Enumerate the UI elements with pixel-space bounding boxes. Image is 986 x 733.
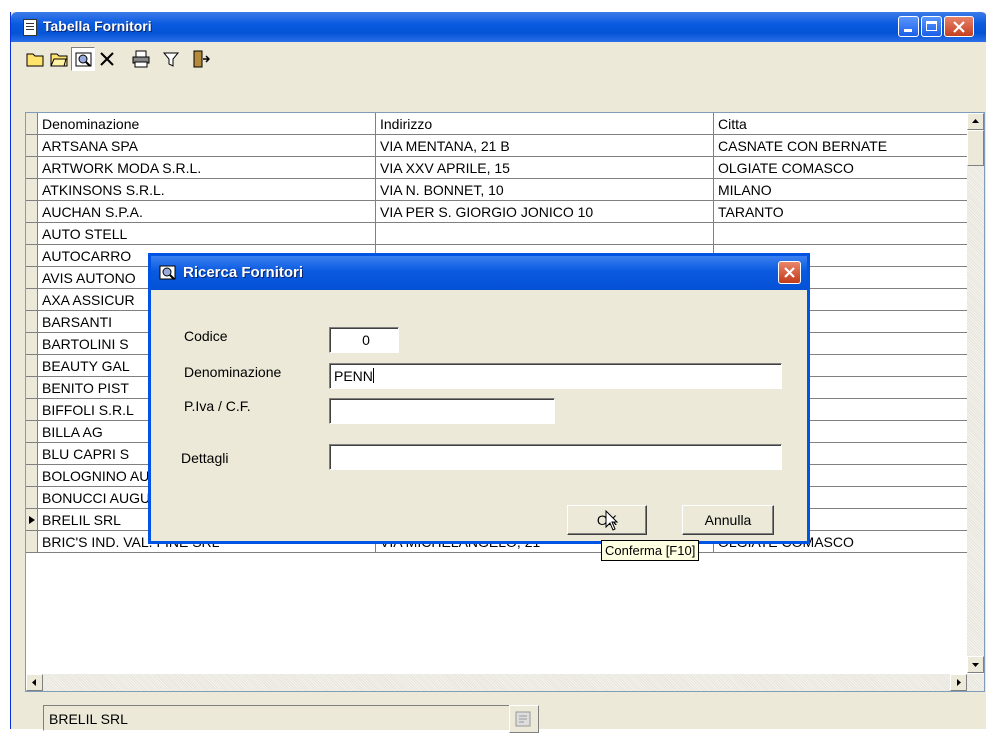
table-row[interactable]: AUCHAN S.P.A. VIA PER S. GIORGIO JONICO 1… [26,201,972,223]
row-indicator[interactable] [26,509,38,531]
row-indicator[interactable] [26,421,38,443]
window-icon [23,19,37,36]
title-bar[interactable]: Tabella Fornitori [11,12,986,42]
row-indicator[interactable] [26,245,38,267]
exit-icon [193,50,210,68]
properties-icon [515,711,531,727]
row-indicator[interactable] [26,223,38,245]
table-cell[interactable]: MILANO [714,179,972,201]
column-header-denominazione[interactable]: Denominazione [38,113,376,135]
ok-tooltip: Conferma [F10] [601,540,700,561]
arrow-down-icon [972,663,979,667]
row-indicator[interactable] [26,531,38,553]
row-indicator[interactable] [26,179,38,201]
dialog-title: Ricerca Fornitori [183,264,304,281]
table-cell[interactable]: VIA PER S. GIORGIO JONICO 10 [376,201,714,223]
dialog-title-bar[interactable]: Ricerca Fornitori [151,256,807,290]
dialog-close-button[interactable] [778,261,801,284]
table-cell[interactable]: AUCHAN S.P.A. [38,201,376,223]
table-cell[interactable]: VIA XXV APRILE, 15 [376,157,714,179]
open-button[interactable] [47,47,71,71]
search-icon [159,265,176,280]
table-cell[interactable]: ARTWORK MODA S.R.L. [38,157,376,179]
open-folder-icon [50,53,68,67]
row-indicator[interactable] [26,311,38,333]
scroll-right-button[interactable] [950,674,967,691]
table-cell[interactable]: CASNATE CON BERNATE [714,135,972,157]
table-row[interactable]: AUTO STELL [26,223,972,245]
table-row[interactable]: ARTWORK MODA S.R.L. VIA XXV APRILE, 15 OLG… [26,157,972,179]
row-indicator[interactable] [26,267,38,289]
filter-icon [162,52,180,67]
table-cell[interactable]: VIA MENTANA, 21 B [376,135,714,157]
exit-button[interactable] [189,47,213,71]
mouse-cursor-icon [605,510,619,531]
table-cell[interactable]: VIA N. BONNET, 10 [376,179,714,201]
arrow-up-icon [972,119,979,123]
dettagli-field[interactable] [329,444,782,470]
delete-icon [100,52,114,66]
row-indicator[interactable] [26,135,38,157]
table-cell[interactable]: ARTSANA SPA [38,135,376,157]
table-cell[interactable]: AUTO STELL [38,223,376,245]
table-cell[interactable]: OLGIATE COMASCO [714,157,972,179]
close-icon [784,267,795,278]
row-indicator[interactable] [26,399,38,421]
column-header-citta[interactable]: Citta [714,113,972,135]
row-indicator[interactable] [26,333,38,355]
new-button[interactable] [23,47,47,71]
column-header-indirizzo[interactable]: Indirizzo [376,113,714,135]
print-button[interactable] [129,47,153,71]
scroll-up-button[interactable] [967,113,984,130]
piva-field[interactable] [329,398,555,424]
row-indicator[interactable] [26,201,38,223]
table-row[interactable]: ARTSANA SPA VIA MENTANA, 21 B CASNATE CON … [26,135,972,157]
minimize-button[interactable] [898,16,919,37]
row-indicator[interactable] [26,157,38,179]
table-cell[interactable] [376,223,714,245]
window-title: Tabella Fornitori [43,18,152,34]
current-row-arrow-icon [29,516,35,524]
maximize-button[interactable] [921,16,942,37]
codice-label: Codice [184,328,228,344]
scroll-thumb[interactable] [967,130,984,166]
scroll-down-button[interactable] [967,656,984,673]
table-row[interactable]: ATKINSONS S.R.L. VIA N. BONNET, 10 MILANO [26,179,972,201]
arrow-right-icon [957,679,961,686]
search-icon [75,52,92,67]
table-cell[interactable]: TARANTO [714,201,972,223]
close-button[interactable] [944,16,974,37]
vertical-scrollbar[interactable] [967,113,984,673]
text-caret [372,368,374,383]
denominazione-field[interactable]: PENN [329,363,782,389]
codice-field[interactable]: 0 [329,327,399,353]
denominazione-label: Denominazione [184,364,282,380]
grid-header: Denominazione Indirizzo Citta [26,113,972,135]
row-indicator[interactable] [26,377,38,399]
status-field: BRELIL SRL [43,705,513,731]
row-indicator[interactable] [26,355,38,377]
scroll-left-button[interactable] [26,674,43,691]
dettagli-label: Dettagli [181,450,229,466]
row-indicator[interactable] [26,289,38,311]
piva-label: P.Iva / C.F. [184,398,251,414]
cancel-button[interactable]: Annulla [682,505,774,535]
arrow-left-icon [32,679,36,686]
print-icon [132,50,150,68]
table-cell[interactable]: ATKINSONS S.R.L. [38,179,376,201]
search-button[interactable] [71,47,95,71]
folder-icon [26,53,44,67]
delete-button[interactable] [95,47,119,71]
horizontal-scrollbar[interactable] [26,674,984,691]
row-indicator[interactable] [26,443,38,465]
row-indicator[interactable] [26,487,38,509]
table-cell[interactable] [714,223,972,245]
search-dialog: Ricerca Fornitori Codice 0 Denominazione… [148,253,810,544]
row-indicator[interactable] [26,465,38,487]
filter-button[interactable] [159,47,183,71]
